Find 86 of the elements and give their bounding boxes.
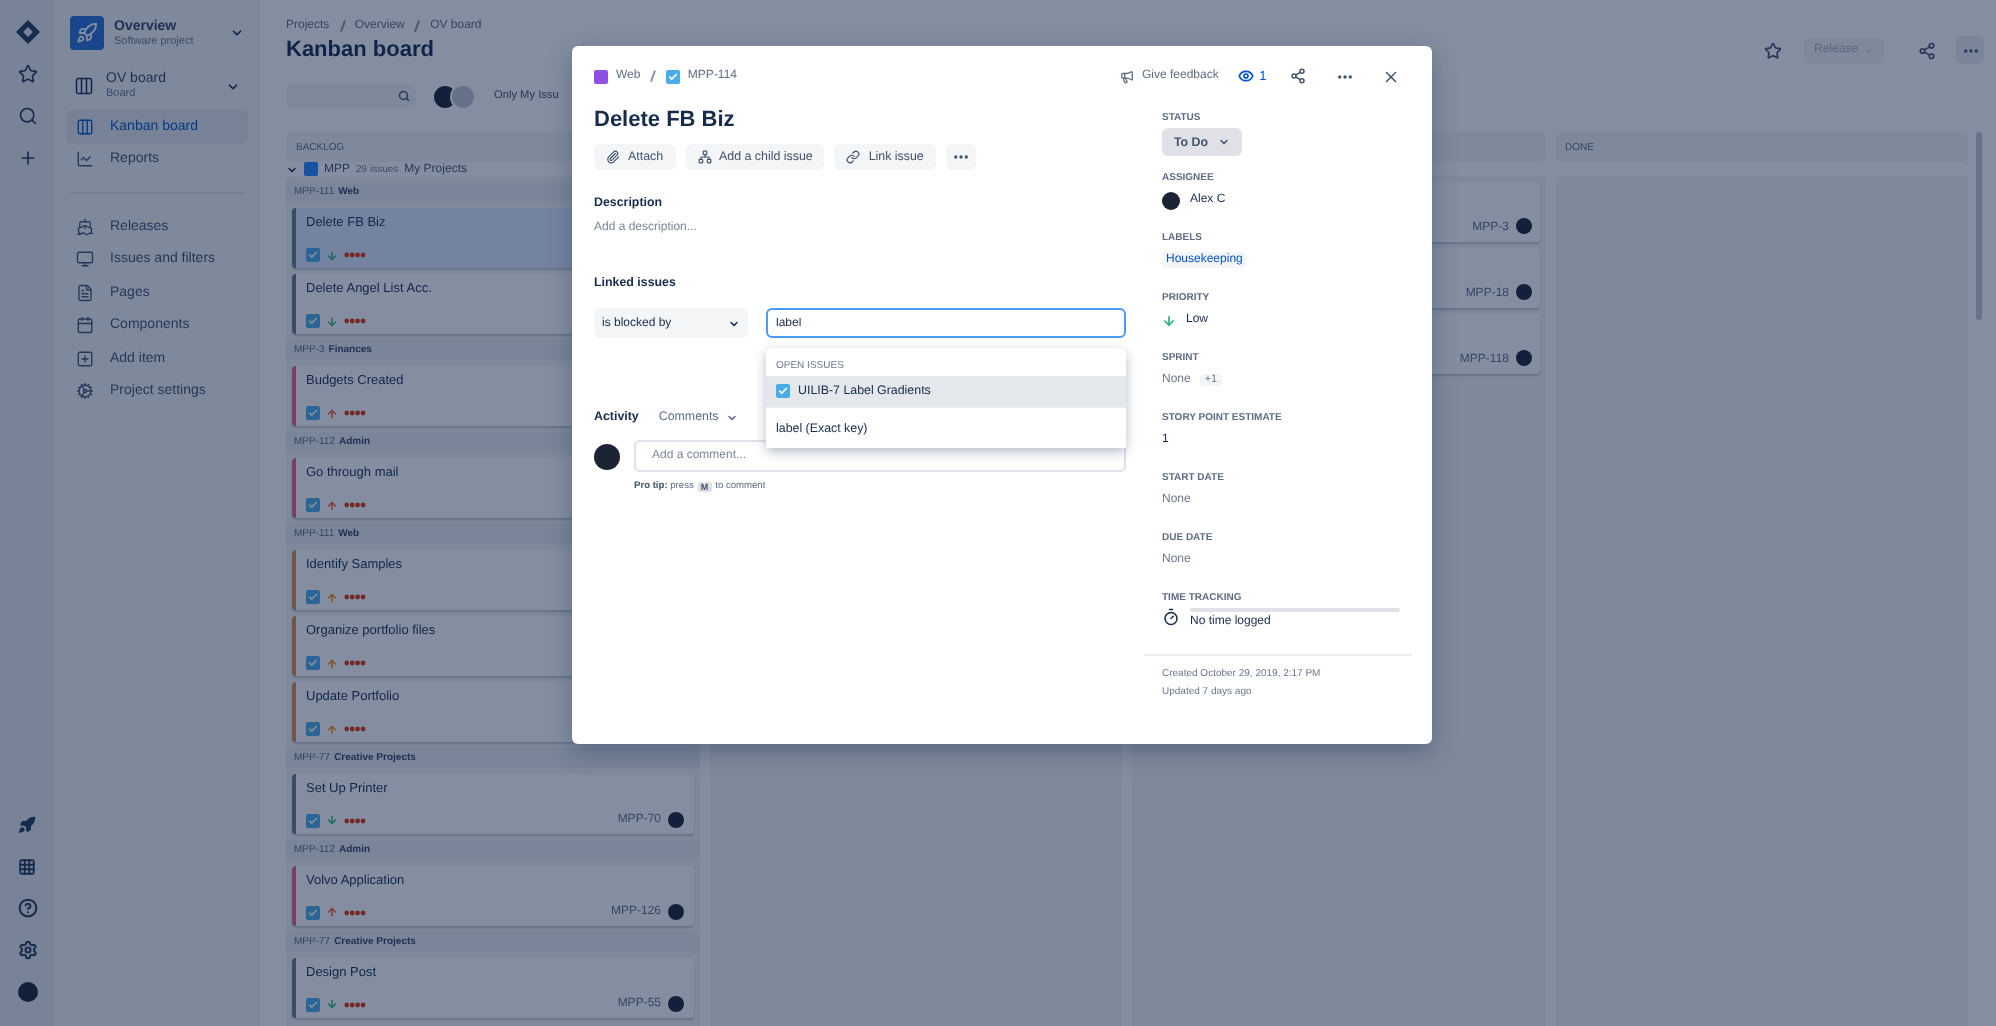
more-button[interactable]: [1956, 36, 1984, 64]
avatar: [667, 996, 683, 1012]
stopwatch-icon: [1162, 608, 1180, 626]
share-icon: [1917, 41, 1935, 59]
task-icon: [306, 248, 320, 262]
dot-row-icon: [344, 726, 366, 732]
down-arrow-icon: [326, 249, 338, 261]
rocket-icon[interactable]: [18, 815, 36, 833]
settings-icon[interactable]: [17, 940, 37, 960]
columns-icon: [76, 117, 94, 136]
task-icon: [306, 656, 320, 670]
app-grid-icon[interactable]: [18, 857, 36, 875]
chevron-down-icon[interactable]: [286, 163, 298, 175]
dot-row-icon: [344, 660, 366, 666]
chevron-down-icon: [728, 317, 740, 329]
chevron-down-icon[interactable]: [226, 79, 240, 93]
down-arrow-icon: [326, 998, 338, 1010]
page-icon: [76, 283, 94, 302]
task-icon: [306, 498, 320, 512]
issue-title[interactable]: Delete FB Biz: [594, 108, 1120, 134]
share-icon: [1290, 68, 1307, 84]
dot-row-icon: [344, 252, 366, 258]
monitor-icon: [76, 250, 94, 269]
search-field[interactable]: [286, 84, 416, 108]
dot-row-icon: [344, 318, 366, 324]
star-icon: [1764, 41, 1783, 59]
dot-row-icon: [344, 909, 366, 915]
project-icon: [304, 162, 318, 176]
up-arrow-icon: [326, 499, 338, 511]
chevron-down-icon[interactable]: [230, 26, 244, 40]
avatar: [1162, 191, 1180, 209]
avatar: [594, 443, 620, 469]
board-icon: [74, 76, 94, 96]
dot-row-icon: [344, 502, 366, 508]
megaphone-icon: [1120, 69, 1134, 83]
chevron-down-icon: [1864, 45, 1874, 55]
ship-icon: [76, 217, 94, 236]
up-arrow-icon: [326, 723, 338, 735]
avatar: [667, 812, 683, 828]
star-icon[interactable]: [17, 64, 37, 84]
help-icon[interactable]: [17, 898, 37, 918]
gear-icon: [76, 382, 94, 401]
up-arrow-icon: [326, 906, 338, 918]
close-icon: [1382, 67, 1401, 85]
eye-icon: [1237, 68, 1254, 84]
calendar-icon: [76, 316, 94, 335]
down-arrow-icon: [1162, 313, 1176, 327]
task-icon: [306, 314, 320, 328]
rocket-logo: [70, 16, 104, 50]
down-arrow-icon: [326, 814, 338, 826]
paperclip-icon: [606, 150, 620, 164]
task-icon: [306, 590, 320, 604]
page-title: Kanban board: [286, 38, 434, 62]
dot-row-icon: [344, 1001, 366, 1007]
dot-row-icon: [344, 817, 366, 823]
task-icon: [306, 722, 320, 736]
avatar[interactable]: [450, 83, 476, 109]
task-icon: [306, 813, 320, 827]
link-icon: [846, 150, 861, 164]
avatar: [667, 904, 683, 920]
plus-icon[interactable]: [17, 148, 37, 168]
diamond-logo-icon[interactable]: [15, 20, 39, 44]
task-icon: [776, 384, 790, 398]
more-button[interactable]: [945, 144, 976, 170]
avatar: [1515, 218, 1531, 234]
up-arrow-icon: [326, 591, 338, 603]
search-icon[interactable]: [17, 106, 37, 126]
task-icon: [306, 905, 320, 919]
avatar[interactable]: [17, 982, 37, 1002]
square-icon: [594, 69, 608, 83]
hierarchy-icon: [697, 150, 712, 164]
chevron-down-icon: [1218, 136, 1231, 148]
avatar: [1515, 284, 1531, 300]
up-arrow-icon: [326, 407, 338, 419]
square-plus-icon: [76, 349, 94, 368]
task-icon: [306, 406, 320, 420]
dot-row-icon: [344, 594, 366, 600]
search-icon: [398, 90, 410, 102]
up-arrow-icon: [326, 657, 338, 669]
chevron-down-icon: [726, 411, 739, 423]
dot-row-icon: [344, 410, 366, 416]
chart-icon: [76, 150, 94, 169]
task-icon: [665, 69, 680, 83]
down-arrow-icon: [326, 315, 338, 327]
avatar: [1515, 350, 1531, 366]
task-icon: [306, 997, 320, 1011]
